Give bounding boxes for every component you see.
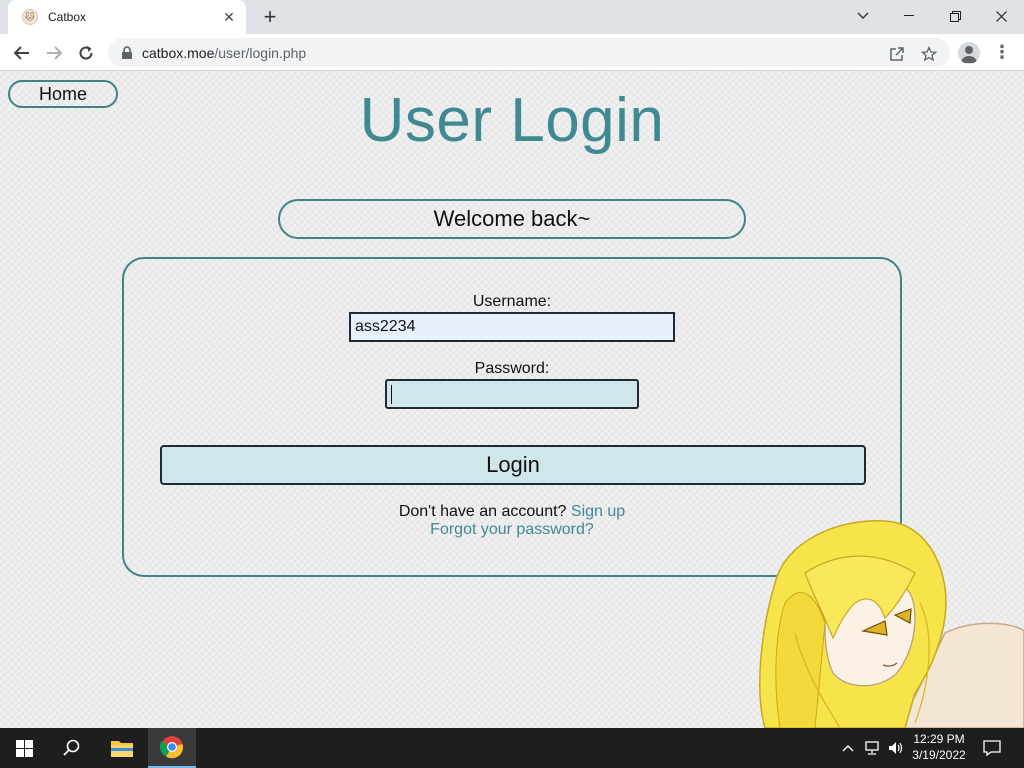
browser-menu-icon[interactable]: ⋮ [992,40,1012,64]
close-window-button[interactable] [978,0,1024,32]
share-icon[interactable] [888,45,906,63]
windows-start-icon[interactable] [0,728,48,768]
password-label: Password: [474,360,550,377]
tray-chevron-up-icon[interactable] [838,738,858,758]
profile-avatar-icon[interactable] [958,42,980,64]
system-clock[interactable]: 12:29 PM 3/19/2022 [904,731,974,763]
tab-search-chevron-icon[interactable] [840,0,886,32]
minimize-button[interactable] [886,0,932,32]
url-path: /user/login.php [214,44,307,61]
url-host: catbox.moe [142,44,215,61]
tab-title: Catbox [48,10,87,24]
notifications-icon[interactable] [982,738,1002,758]
page-title: User Login [359,86,665,155]
tab-strip: 🐱 Catbox ✕ + [0,0,1024,34]
browser-tab[interactable]: 🐱 Catbox ✕ [8,0,246,34]
bookmark-star-icon[interactable] [920,45,938,63]
file-explorer-icon[interactable] [98,728,146,768]
signup-link[interactable]: Sign up [571,503,625,520]
new-tab-button[interactable]: + [258,4,282,29]
username-input[interactable] [349,312,675,342]
clock-date: 3/19/2022 [912,748,966,762]
forgot-password-link[interactable]: Forgot your password? [430,521,594,538]
catbox-favicon-icon: 🐱 [22,9,38,25]
address-bar[interactable]: catbox.moe/user/login.php [108,38,950,67]
search-icon[interactable] [48,728,96,768]
restore-button[interactable] [932,0,978,32]
clock-time: 12:29 PM [913,732,965,746]
no-account-text: Don't have an account? [398,503,567,520]
welcome-banner: Welcome back~ [278,199,746,239]
back-button[interactable] [8,39,36,67]
anime-character-image [759,520,1024,728]
chrome-taskbar-icon[interactable] [148,728,196,768]
forward-button[interactable] [40,39,68,67]
taskbar: 12:29 PM 3/19/2022 [0,728,1024,768]
network-icon[interactable] [862,738,882,758]
tab-close-icon[interactable]: ✕ [220,8,238,26]
browser-toolbar: catbox.moe/user/login.php ⋮ [0,34,1024,71]
page-viewport: Home User Login Welcome back~ Username: … [0,71,1024,728]
text-caret [391,385,392,404]
lock-icon[interactable] [120,45,134,60]
password-input[interactable] [385,379,639,409]
volume-icon[interactable] [886,738,906,758]
login-button[interactable]: Login [160,445,866,485]
username-label: Username: [472,293,552,310]
reload-button[interactable] [72,39,100,67]
